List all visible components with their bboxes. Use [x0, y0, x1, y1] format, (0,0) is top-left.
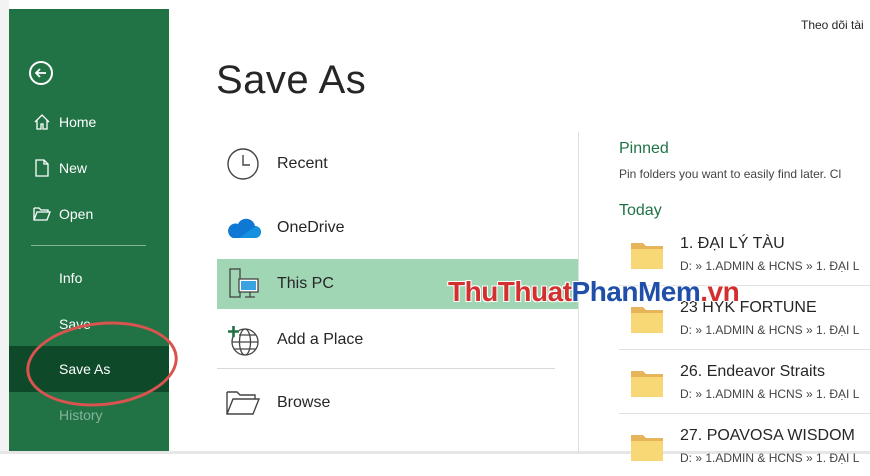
new-document-icon: [31, 157, 53, 179]
folder-row[interactable]: 26. Endeavor Straits D: » 1.ADMIN & HCNS…: [619, 354, 870, 412]
watermark: ThuThuatPhanMem.vn: [448, 276, 740, 308]
folder-name: 26. Endeavor Straits: [680, 363, 825, 380]
window-frame-left: [0, 0, 9, 454]
folder-row[interactable]: 27. POAVOSA WISDOM D: » 1.ADMIN & HCNS »…: [619, 418, 870, 476]
home-icon: [31, 111, 53, 133]
sidebar-item-info[interactable]: Info: [9, 258, 169, 298]
pinned-description: Pin folders you want to easily find late…: [619, 167, 842, 181]
location-label: Add a Place: [277, 331, 364, 348]
location-recent[interactable]: Recent: [217, 139, 578, 189]
location-label: OneDrive: [277, 219, 345, 236]
location-onedrive[interactable]: OneDrive: [217, 203, 578, 253]
window-frame-top: [9, 0, 870, 9]
row-divider: [619, 413, 870, 414]
clock-icon: [223, 144, 263, 184]
sidebar-item-label: New: [59, 160, 88, 176]
folder-path: D: » 1.ADMIN & HCNS » 1. ĐẠI L: [680, 451, 860, 465]
pinned-heading: Pinned: [619, 140, 669, 157]
folder-icon: [631, 433, 663, 466]
folder-path: D: » 1.ADMIN & HCNS » 1. ĐẠI L: [680, 259, 860, 273]
location-add-place[interactable]: Add a Place: [217, 315, 578, 365]
folder-icon: [631, 241, 663, 274]
folder-icon: [631, 369, 663, 402]
folder-path: D: » 1.ADMIN & HCNS » 1. ĐẠI L: [680, 387, 860, 401]
top-right-text: Theo dõi tài: [801, 18, 864, 32]
watermark-part: .vn: [700, 276, 740, 307]
sidebar-item-open[interactable]: Open: [9, 194, 169, 234]
folder-path: D: » 1.ADMIN & HCNS » 1. ĐẠI L: [680, 323, 860, 337]
watermark-part: ThuThuat: [448, 276, 572, 307]
location-label: Browse: [277, 394, 331, 411]
sidebar-divider: [31, 245, 146, 246]
folder-name: 1. ĐẠI LÝ TÀU: [680, 235, 785, 252]
sidebar-item-new[interactable]: New: [9, 148, 169, 188]
location-label: This PC: [277, 275, 334, 292]
page-title: Save As: [216, 58, 367, 102]
this-pc-icon: [223, 264, 263, 304]
browse-folder-icon: [223, 383, 263, 423]
location-browse[interactable]: Browse: [217, 378, 578, 428]
sidebar-item-label: History: [59, 407, 103, 423]
back-arrow-icon[interactable]: [29, 61, 53, 85]
folder-icon: [631, 305, 663, 338]
today-heading: Today: [619, 202, 662, 219]
sidebar-item-label: Info: [59, 270, 83, 286]
locations-divider: [217, 368, 555, 369]
open-folder-icon: [31, 203, 53, 225]
sidebar-item-label: Home: [59, 114, 97, 130]
sidebar-item-label: Open: [59, 206, 94, 222]
sidebar-item-home[interactable]: Home: [9, 102, 169, 142]
folder-name: 27. POAVOSA WISDOM: [680, 427, 855, 444]
row-divider: [619, 349, 870, 350]
add-place-globe-icon: [223, 320, 263, 360]
watermark-part: PhanMem: [571, 276, 701, 307]
onedrive-cloud-icon: [223, 208, 263, 248]
location-label: Recent: [277, 155, 328, 172]
